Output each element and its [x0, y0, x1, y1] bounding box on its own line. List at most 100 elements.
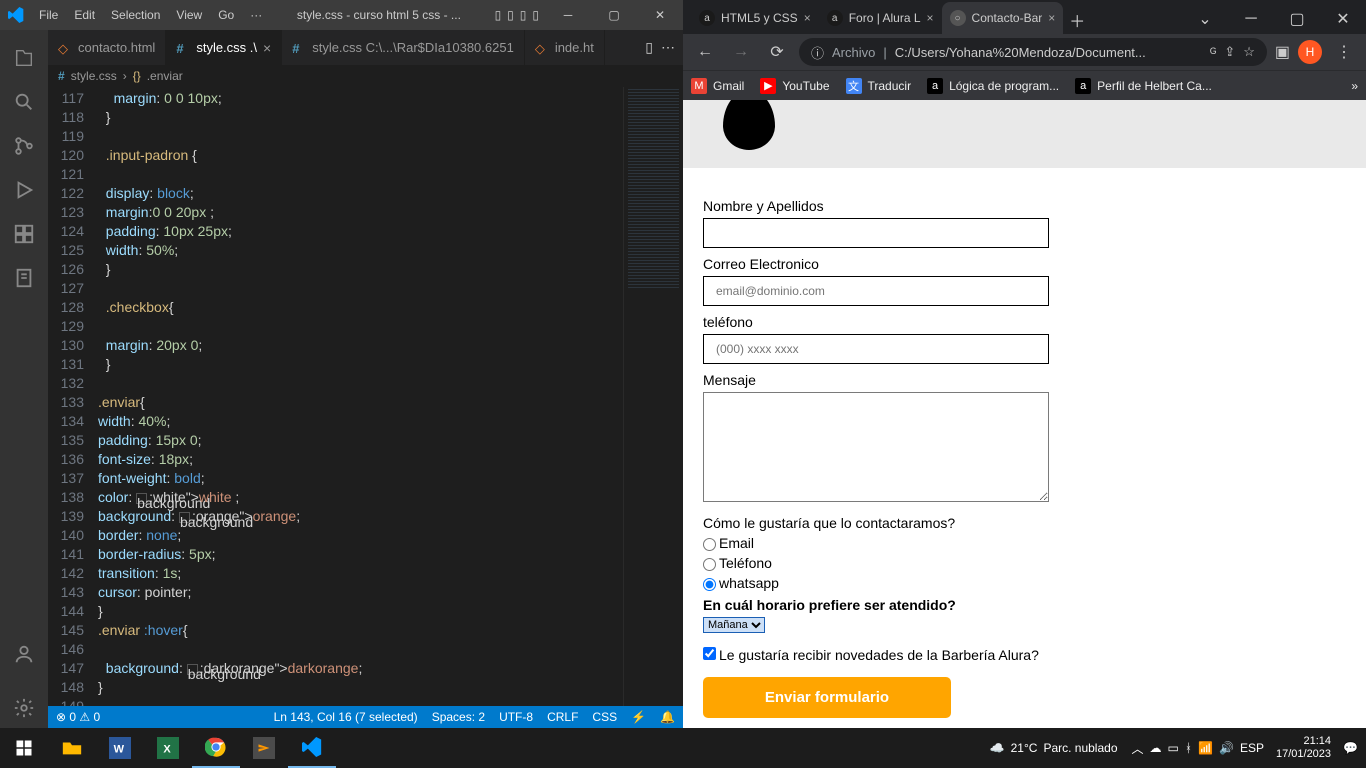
status-errors[interactable]: ⊗ 0 ⚠ 0: [56, 710, 100, 724]
share-icon[interactable]: ⇪: [1224, 44, 1235, 60]
references-icon[interactable]: [0, 258, 48, 298]
bookmark-item[interactable]: aLógica de program...: [927, 78, 1059, 94]
weather-widget[interactable]: ☁️ 21°C Parc. nublado: [990, 741, 1118, 755]
telefono-input[interactable]: [703, 334, 1049, 364]
editor-tab[interactable]: #style.css C:\...\Rar$DIa10380.6251: [282, 30, 525, 65]
sublime-icon[interactable]: [240, 728, 288, 768]
chrome-window: aHTML5 y CSS×aForo | Alura L×○Contacto-B…: [683, 0, 1366, 728]
tray-wifi-icon[interactable]: 📶: [1198, 741, 1213, 755]
menu-file[interactable]: File: [32, 4, 65, 26]
vscode-menubar[interactable]: FileEditSelectionViewGo···: [32, 4, 269, 26]
status-lang[interactable]: CSS: [592, 710, 617, 724]
explorer-icon[interactable]: [0, 38, 48, 78]
status-encoding[interactable]: UTF-8: [499, 710, 533, 724]
run-debug-icon[interactable]: [0, 170, 48, 210]
tray-bluetooth-icon[interactable]: ᚼ: [1185, 741, 1192, 755]
menu-···[interactable]: ···: [243, 4, 269, 26]
file-explorer-icon[interactable]: [48, 728, 96, 768]
notifications-icon[interactable]: 🔔: [660, 710, 675, 724]
tray-meet-icon[interactable]: ▭: [1168, 741, 1179, 755]
profile-avatar[interactable]: H: [1298, 40, 1322, 64]
horario-select[interactable]: Mañana: [703, 617, 765, 633]
tray-onedrive-icon[interactable]: ☁: [1150, 741, 1162, 755]
editor-tab[interactable]: ◇inde.ht: [525, 30, 605, 65]
menu-go[interactable]: Go: [211, 4, 241, 26]
tray-volume-icon[interactable]: 🔊: [1219, 741, 1234, 755]
layout-controls[interactable]: ▯▯▯▯: [489, 8, 545, 22]
newsletter-checkbox[interactable]: [703, 647, 716, 660]
tab-close-icon[interactable]: ×: [804, 11, 811, 25]
browser-tab[interactable]: aForo | Alura L×: [819, 2, 942, 34]
account-icon[interactable]: [0, 634, 48, 674]
source-control-icon[interactable]: [0, 126, 48, 166]
bookmarks-overflow-icon[interactable]: »: [1351, 79, 1358, 93]
html-file-icon: ◇: [535, 41, 549, 55]
notifications-center-icon[interactable]: 💬: [1343, 741, 1358, 755]
editor-tab[interactable]: #style.css .\×: [166, 30, 282, 65]
mensaje-label: Mensaje: [703, 372, 1336, 388]
word-icon[interactable]: W: [96, 728, 144, 768]
browser-tab[interactable]: ○Contacto-Bar×: [942, 2, 1064, 34]
back-button[interactable]: ←: [691, 38, 719, 66]
minimap[interactable]: [623, 87, 683, 706]
correo-input[interactable]: [703, 276, 1049, 306]
menu-edit[interactable]: Edit: [67, 4, 102, 26]
vscode-taskbar-icon[interactable]: [288, 728, 336, 768]
tab-close-icon[interactable]: ×: [927, 11, 934, 25]
favicon: ○: [950, 10, 966, 26]
vscode-window: FileEditSelectionViewGo··· style.css - c…: [0, 0, 683, 728]
css-file-icon: #: [176, 41, 190, 55]
feedback-icon[interactable]: ⚡: [631, 710, 646, 724]
status-bar: ⊗ 0 ⚠ 0 Ln 143, Col 16 (7 selected) Spac…: [48, 706, 683, 728]
browser-tab[interactable]: aHTML5 y CSS×: [691, 2, 819, 34]
code-content[interactable]: margin: 0 0 10px; } .input-padron { disp…: [98, 87, 623, 706]
start-button[interactable]: [0, 728, 48, 768]
browser-minimize-button[interactable]: ─: [1228, 4, 1274, 34]
bookmark-star-icon[interactable]: ☆: [1243, 44, 1255, 60]
breadcrumb[interactable]: # style.css › {} .enviar: [48, 65, 683, 87]
translate-icon[interactable]: ᴳ: [1210, 45, 1216, 60]
tab-close-icon[interactable]: ×: [1048, 11, 1055, 25]
nombre-input[interactable]: [703, 218, 1049, 248]
chrome-taskbar-icon[interactable]: [192, 728, 240, 768]
code-editor[interactable]: 1171181191201211221231241251261271281291…: [48, 87, 683, 706]
more-actions-icon[interactable]: ⋯: [661, 39, 675, 56]
tray-language[interactable]: ESP: [1240, 741, 1264, 755]
split-editor-icon[interactable]: ▯: [645, 39, 653, 56]
tab-close-icon[interactable]: ×: [263, 40, 271, 56]
gear-icon[interactable]: [0, 688, 48, 728]
browser-maximize-button[interactable]: ▢: [1274, 4, 1320, 34]
status-spaces[interactable]: Spaces: 2: [432, 710, 485, 724]
radio-whatsapp[interactable]: [703, 578, 716, 591]
forward-button[interactable]: →: [727, 38, 755, 66]
chrome-menu-icon[interactable]: ⋮: [1330, 38, 1358, 66]
reload-button[interactable]: ⟳: [763, 38, 791, 66]
editor-tab[interactable]: ◇contacto.html: [48, 30, 166, 65]
address-bar[interactable]: ⓘ Archivo | C:/Users/Yohana%20Mendoza/Do…: [799, 38, 1267, 66]
chevron-down-icon[interactable]: ⌄: [1182, 4, 1228, 34]
mensaje-textarea[interactable]: [703, 392, 1049, 502]
close-button[interactable]: ✕: [637, 0, 683, 30]
menu-view[interactable]: View: [169, 4, 209, 26]
status-eol[interactable]: CRLF: [547, 710, 578, 724]
bookmark-item[interactable]: MGmail: [691, 78, 744, 94]
search-icon[interactable]: [0, 82, 48, 122]
new-tab-button[interactable]: ＋: [1063, 6, 1091, 34]
bookmark-item[interactable]: aPerfil de Helbert Ca...: [1075, 78, 1212, 94]
extensions-icon[interactable]: [0, 214, 48, 254]
tray-chevron-icon[interactable]: ︿: [1132, 740, 1144, 757]
menu-selection[interactable]: Selection: [104, 4, 167, 26]
submit-button[interactable]: Enviar formulario: [703, 677, 951, 718]
css-file-icon: #: [292, 41, 306, 55]
minimize-button[interactable]: ─: [545, 0, 591, 30]
status-cursor[interactable]: Ln 143, Col 16 (7 selected): [274, 710, 418, 724]
radio-email[interactable]: [703, 538, 716, 551]
bookmark-item[interactable]: ▶YouTube: [760, 78, 829, 94]
radio-telefono[interactable]: [703, 558, 716, 571]
browser-close-button[interactable]: ✕: [1320, 4, 1366, 34]
excel-icon[interactable]: X: [144, 728, 192, 768]
bookmark-item[interactable]: 文Traducir: [846, 78, 912, 94]
system-clock[interactable]: 21:14 17/01/2023: [1270, 735, 1337, 761]
reading-list-icon[interactable]: ▣: [1275, 42, 1290, 62]
maximize-button[interactable]: ▢: [591, 0, 637, 30]
